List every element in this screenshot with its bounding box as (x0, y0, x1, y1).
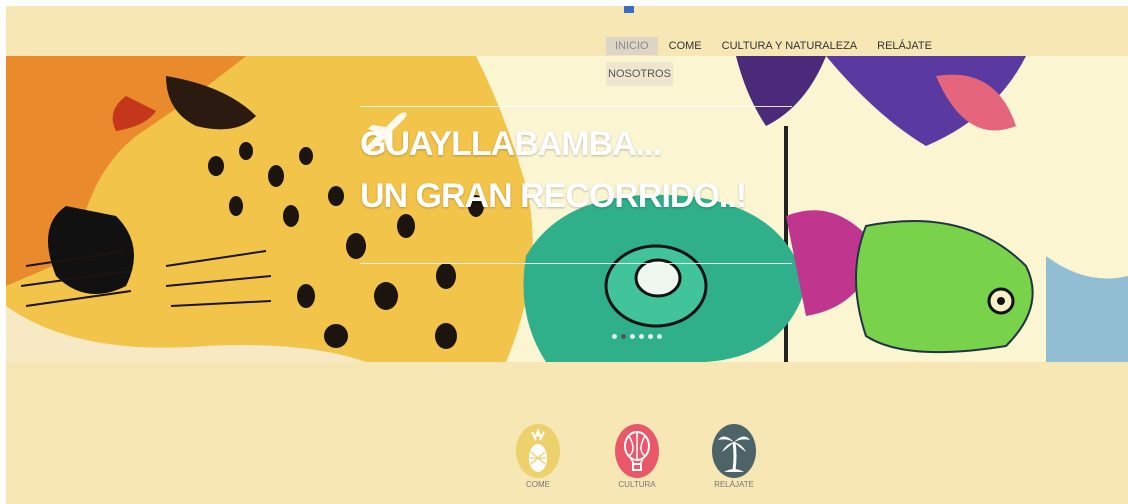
hero-title-line2: UN GRAN RECORRIDO..! (360, 177, 747, 215)
page: GUAYLLABAMBA... UN GRAN RECORRIDO..! INI… (6, 6, 1128, 504)
category-relajate[interactable]: RELÁJATE (704, 424, 764, 489)
nav-item-relajate[interactable]: RELÁJATE (868, 37, 941, 55)
slider-dot[interactable] (630, 334, 635, 339)
header-bar (6, 6, 1128, 56)
category-label: RELÁJATE (714, 480, 754, 489)
hot-air-balloon-icon (615, 424, 659, 478)
category-icons: COME CULTURA RELÁJATE (6, 424, 1128, 494)
hero-title-box: GUAYLLABAMBA... UN GRAN RECORRIDO..! (360, 106, 792, 264)
top-accent (624, 6, 634, 13)
slider-dot[interactable] (639, 334, 644, 339)
slider-dot-active[interactable] (621, 334, 626, 339)
main-nav: INICIO COME CULTURA Y NATURALEZA RELÁJAT… (606, 36, 943, 56)
airplane-icon (366, 112, 407, 151)
palm-tree-icon (712, 424, 756, 478)
slider-dot[interactable] (612, 334, 617, 339)
pineapple-icon (516, 424, 560, 478)
slider-dot[interactable] (648, 334, 653, 339)
category-label: CULTURA (618, 480, 656, 489)
category-cultura[interactable]: CULTURA (607, 424, 667, 489)
nav-item-inicio[interactable]: INICIO (606, 37, 658, 55)
nav-item-come[interactable]: COME (660, 37, 711, 55)
category-come[interactable]: COME (508, 424, 568, 489)
slider-dots (612, 334, 662, 339)
slider-dot[interactable] (657, 334, 662, 339)
hero-slider: GUAYLLABAMBA... UN GRAN RECORRIDO..! (6, 56, 1128, 362)
nav-item-cultura-naturaleza[interactable]: CULTURA Y NATURALEZA (713, 37, 867, 55)
nav-item-nosotros[interactable]: NOSOTROS (606, 62, 673, 86)
category-label: COME (526, 480, 550, 489)
nav-overflow: NOSOTROS (606, 62, 675, 86)
